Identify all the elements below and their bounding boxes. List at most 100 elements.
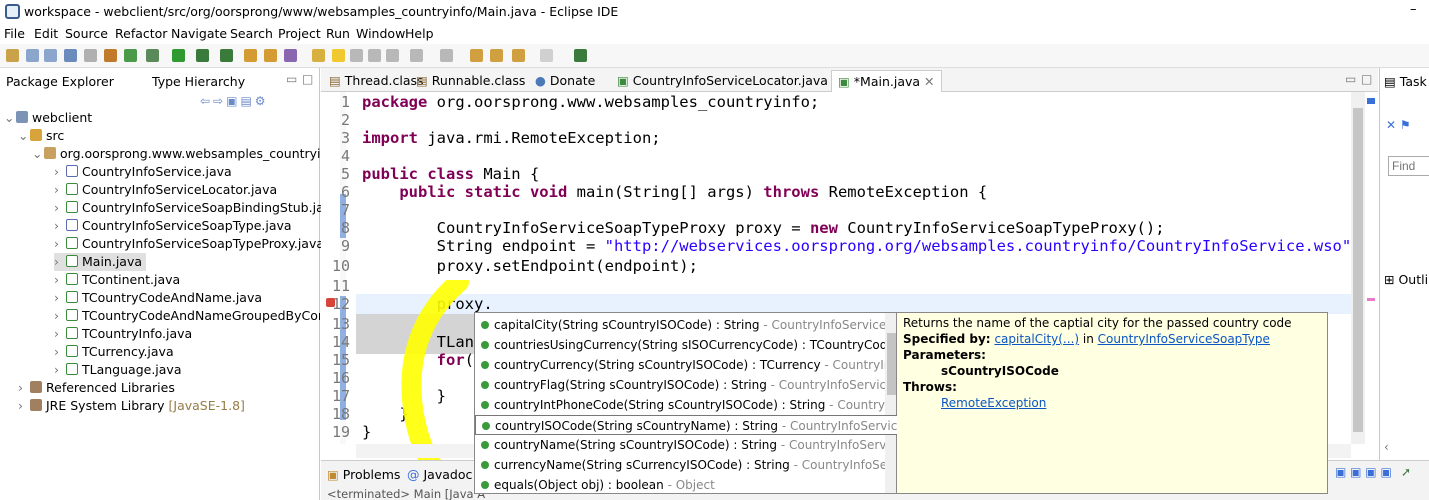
minimize-button[interactable]: – [1410, 2, 1417, 17]
tab-main-java[interactable]: ▣ *Main.java ✕ [831, 70, 942, 92]
tab-type-hierarchy[interactable]: Type Hierarchy [152, 74, 245, 89]
remote-exception-link[interactable]: RemoteException [941, 396, 1046, 410]
open-folder-icon[interactable] [264, 49, 277, 62]
view-toolbar-icons[interactable]: ⇦⇨▣▤⚙ [200, 94, 269, 108]
word-wrap-icon[interactable] [368, 49, 381, 62]
code-line[interactable]: CountryInfoServiceSoapTypeProxy proxy = … [362, 218, 1165, 238]
specified-method-link[interactable]: capitalCity(...) [994, 332, 1079, 346]
last-edit-icon[interactable] [470, 49, 483, 62]
code-line[interactable]: package org.oorsprong.www.websamples_cou… [362, 92, 819, 112]
line-number: 15 [331, 351, 350, 369]
code-line[interactable]: proxy.setEndpoint(endpoint); [362, 256, 698, 276]
editor-maximize-icon[interactable]: □ [1361, 72, 1372, 86]
menu-window[interactable]: Window [356, 26, 405, 41]
save-icon[interactable] [26, 49, 39, 62]
tree-file[interactable]: › CountryInfoServiceSoapBindingStub.java [54, 199, 339, 217]
new-class-icon[interactable] [220, 49, 233, 62]
menu-refactor[interactable]: Refactor [115, 26, 167, 41]
proposal-item-selected[interactable]: countryISOCode(String sCountryName) : St… [475, 415, 897, 435]
tree-file[interactable]: › TCountryInfo.java [54, 325, 192, 343]
tree-jre-library[interactable]: › JRE System Library [JavaSE-1.8] [18, 397, 245, 415]
proposal-item[interactable]: countryFlag(String sCountryISOCode) : St… [475, 375, 885, 395]
tree-file[interactable]: › CountryInfoServiceLocator.java [54, 181, 277, 199]
forward-edit-icon[interactable] [490, 49, 503, 62]
bottom-toolbar-icons[interactable]: ▣ ▣ ▣ ▣ [1335, 465, 1392, 479]
open-type-icon[interactable] [244, 49, 257, 62]
scroll-left-icon[interactable]: ‹ [1384, 440, 1389, 454]
editor-vertical-scrollbar[interactable] [1351, 92, 1365, 444]
editor-minimize-icon[interactable]: ▭ [1345, 72, 1356, 86]
specified-type-link[interactable]: CountryInfoServiceSoapType [1098, 332, 1270, 346]
tree-file[interactable]: › CountryInfoServiceSoapType.java [54, 217, 292, 235]
terminal-icon[interactable] [64, 49, 77, 62]
proposal-item[interactable]: countriesUsingCurrency(String sISOCurren… [475, 335, 885, 355]
external-tools-icon[interactable] [196, 49, 209, 62]
perspective-icon[interactable] [574, 49, 587, 62]
tree-file[interactable]: › TContinent.java [54, 271, 180, 289]
proposal-item[interactable]: capitalCity(String sCountryISOCode) : St… [475, 315, 885, 335]
menu-project[interactable]: Project [278, 26, 321, 41]
tree-file[interactable]: ›TCountryCodeAndNameGroupedByContine [54, 307, 320, 325]
toggle-icon[interactable] [84, 49, 97, 62]
proposal-item[interactable]: countryName(String sCountryISOCode) : St… [475, 435, 885, 455]
proposal-item[interactable]: countryIntPhoneCode(String sCountryISOCo… [475, 395, 885, 415]
forward-icon[interactable] [540, 49, 553, 62]
tab-runnable-class[interactable]: ▤ Runnable.class [416, 73, 525, 88]
scroll-thumb[interactable] [887, 333, 896, 395]
tab-donate[interactable]: ● Donate [535, 73, 595, 88]
tab-package-explorer[interactable]: Package Explorer [6, 74, 114, 89]
menu-search[interactable]: Search [230, 26, 273, 41]
menu-run[interactable]: Run [326, 26, 350, 41]
debug-icon[interactable] [146, 49, 159, 62]
build-icon[interactable] [104, 49, 117, 62]
block-select-icon[interactable] [350, 49, 363, 62]
tree-file[interactable]: › TLanguage.java [54, 361, 182, 379]
highlight-icon[interactable] [332, 49, 345, 62]
tree-project[interactable]: ⌄ webclient [4, 109, 92, 127]
code-line[interactable]: String endpoint = "http://webservices.oo… [362, 236, 1361, 256]
error-marker-icon[interactable] [326, 298, 335, 307]
tree-src[interactable]: ⌄ src [18, 127, 64, 145]
proposal-item[interactable]: currencyName(String sCurrencyISOCode) : … [475, 455, 885, 475]
prev-annotation-icon[interactable] [440, 49, 453, 62]
tree-file-selected[interactable]: › Main.java [54, 253, 147, 271]
run-icon[interactable] [172, 49, 185, 62]
tab-country-info-service-locator[interactable]: ▣ CountryInfoServiceLocator.java [617, 73, 828, 88]
menu-help[interactable]: Help [405, 26, 434, 41]
code-line[interactable]: } [362, 422, 371, 442]
tab-thread-class[interactable]: ▤ Thread.class [329, 73, 424, 88]
proposal-item[interactable]: equals(Object obj) : boolean - Object [475, 475, 885, 493]
menu-file[interactable]: File [4, 26, 25, 41]
tree-file[interactable]: › CountryInfoService.java [54, 163, 232, 181]
tab-javadoc[interactable]: @ Javadoc [407, 467, 472, 482]
menu-navigate[interactable]: Navigate [171, 26, 227, 41]
new-icon[interactable] [6, 49, 19, 62]
minimize-view-icon[interactable]: ▭ [286, 72, 297, 86]
find-input[interactable] [1388, 156, 1429, 176]
back-icon[interactable] [512, 49, 525, 62]
code-line[interactable]: import java.rmi.RemoteException; [362, 128, 661, 148]
tab-problems[interactable]: ▣ Problems [327, 467, 400, 482]
tree-referenced-libraries[interactable]: › Referenced Libraries [18, 379, 175, 397]
code-line[interactable]: public static void main(String[] args) t… [362, 182, 987, 202]
bottom-perspective-icon[interactable]: ➚ [1401, 465, 1411, 479]
tree-file[interactable]: › TCurrency.java [54, 343, 174, 361]
pen-icon[interactable] [284, 49, 297, 62]
task-list-tab[interactable]: ▤ Task [1384, 74, 1427, 89]
code-line[interactable]: public class Main { [362, 164, 539, 184]
show-whitespace-icon[interactable] [386, 49, 399, 62]
tree-file[interactable]: › CountryInfoServiceSoapTypeProxy.java [54, 235, 324, 253]
save-all-icon[interactable] [44, 49, 57, 62]
mark-icon[interactable] [312, 49, 325, 62]
coverage-icon[interactable] [124, 49, 137, 62]
task-toolbar-icon[interactable]: ✕ ⚑ [1386, 118, 1411, 132]
scroll-thumb[interactable] [1353, 108, 1363, 432]
menu-edit[interactable]: Edit [34, 26, 58, 41]
next-annotation-icon[interactable] [410, 49, 423, 62]
outline-tab[interactable]: ⊞ Outli [1384, 272, 1428, 287]
tree-file[interactable]: › TCountryCodeAndName.java [54, 289, 262, 307]
tree-package[interactable]: ⌄ org.oorsprong.www.websamples_countryinf… [32, 145, 341, 163]
maximize-view-icon[interactable]: □ [302, 72, 313, 86]
proposal-item[interactable]: countryCurrency(String sCountryISOCode) … [475, 355, 885, 375]
menu-source[interactable]: Source [65, 26, 108, 41]
